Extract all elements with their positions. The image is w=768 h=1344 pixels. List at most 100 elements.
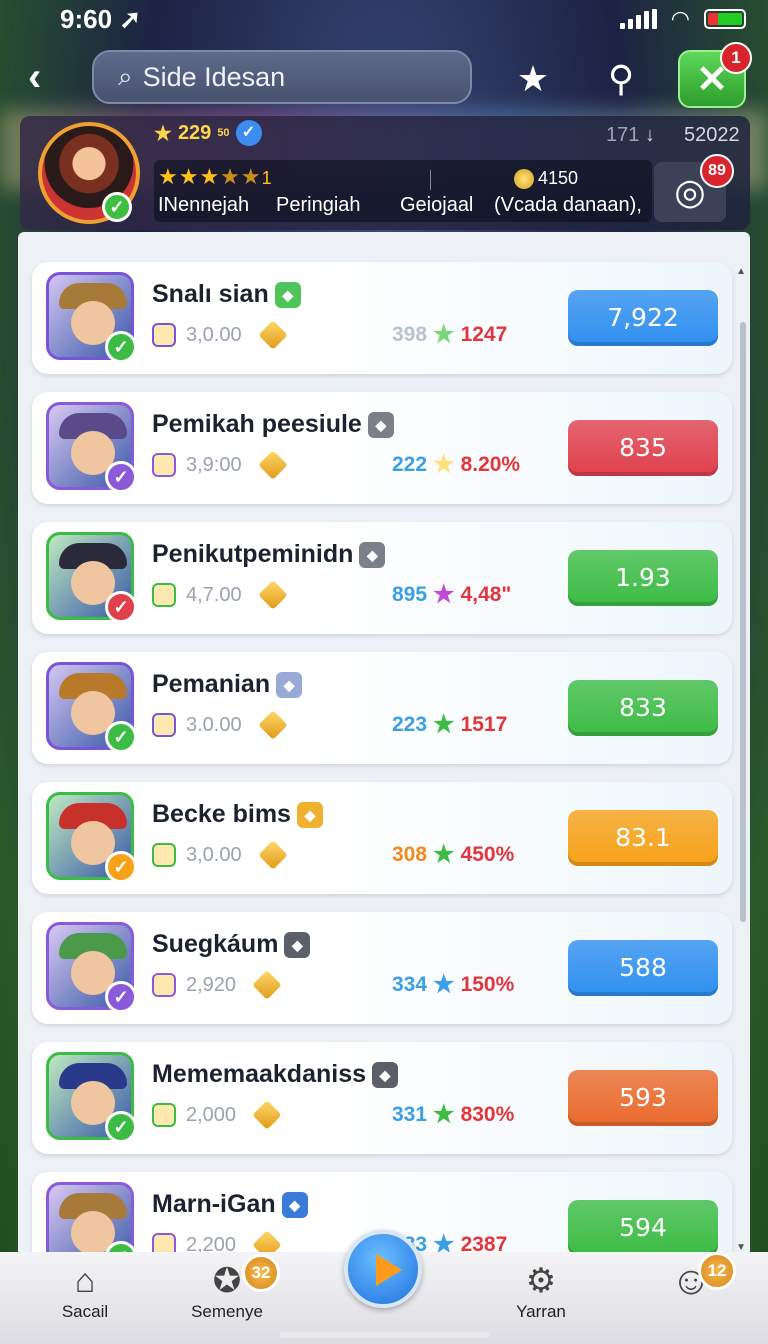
battery-icon (704, 9, 746, 29)
value-button[interactable]: 835 (568, 420, 718, 476)
item-count: 222 (392, 452, 428, 476)
item-name-text: Marn-iGan (152, 1190, 276, 1218)
tab-settings[interactable]: ⚙ Yarran (486, 1260, 596, 1322)
item-stats: 331 ★ 830% (392, 1100, 514, 1129)
score-suffix: 50 (217, 127, 230, 139)
list-item[interactable]: ✓ Pemanian ◆ 3.0.00 223 ★ 1517 833 (32, 652, 732, 764)
value-button[interactable]: 833 (568, 680, 718, 736)
item-subinfo: 3,9:00 (152, 450, 288, 480)
profile-panel: ✓ ★ 229 50 ✓ 171 ↓ 52022 ★★★★★1 INennejah… (20, 116, 750, 230)
gem-icon (257, 840, 288, 870)
item-subinfo: 4,7.00 (152, 580, 288, 610)
back-button[interactable]: ‹ (28, 54, 68, 100)
verified-check-icon: ✓ (235, 120, 262, 146)
character-thumbnail[interactable]: ✓ (46, 1182, 137, 1262)
item-sub-value: 3,0.00 (186, 323, 242, 346)
list-item[interactable]: ✓ Suegkáum ◆ 2,920 334 ★ 150% 588 (32, 912, 732, 1024)
check-icon: ✓ (105, 1111, 137, 1143)
home-indicator (280, 1332, 490, 1338)
item-name: Snalı sian ◆ (152, 280, 301, 309)
search-bar[interactable]: ⌕ (92, 50, 472, 104)
currency-icon (152, 973, 176, 997)
item-count: 398 (392, 322, 428, 346)
item-percentage: 8.20% (460, 452, 521, 476)
character-thumbnail[interactable]: ✓ (46, 1052, 137, 1143)
tab-social-label: Sacail (61, 1302, 109, 1321)
profile-label-4: (Vcada danaan), (494, 194, 642, 216)
status-icons: ◠ (619, 6, 746, 32)
list-item[interactable]: ✓ Pemikah peesiule ◆ 3,9:00 222 ★ 8.20% 835 (32, 392, 732, 504)
rank-badge-icon: ◆ (372, 1062, 399, 1089)
wifi-icon: ◠ (670, 6, 690, 31)
tab-social[interactable]: ⌂ Sacail (30, 1260, 140, 1322)
item-stats: 223 ★ 1517 (392, 710, 507, 739)
item-name: Marn-iGan ◆ (152, 1190, 308, 1219)
profile-info-row: ★★★★★1 INennejah Peringiah Geiojaal (Vca… (154, 160, 652, 222)
item-subinfo: 2,920 (152, 970, 282, 1000)
item-stats: 222 ★ 8.20% (392, 450, 520, 479)
character-thumbnail[interactable]: ✓ (46, 922, 137, 1013)
gem-icon (257, 320, 288, 350)
item-count: 331 (392, 1102, 428, 1126)
list-item[interactable]: ✓ Snalı sian ◆ 3,0.00 398 ★ 1247 7,922 (32, 262, 732, 374)
signal-icon (619, 9, 657, 29)
item-name: Pemikah peesiule ◆ (152, 410, 394, 439)
stat-a: 171 ↓ (606, 124, 655, 147)
play-icon (376, 1254, 402, 1286)
character-thumbnail[interactable]: ✓ (46, 792, 137, 883)
check-icon: ✓ (105, 331, 137, 363)
rank-badge-icon: ◆ (276, 672, 303, 699)
check-icon: ✓ (105, 591, 137, 623)
item-sub-value: 3,0.00 (186, 843, 242, 866)
currency-icon (152, 323, 176, 347)
item-subinfo: 3.0.00 (152, 710, 288, 740)
item-sub-value: 3.0.00 (186, 713, 242, 736)
list-item[interactable]: ✓ Becke bims ◆ 3,0.00 308 ★ 450% 83.1 (32, 782, 732, 894)
close-notification-badge: 1 (720, 42, 752, 74)
list-item[interactable]: ✓ Mememaakdaniss ◆ 2,000 331 ★ 830% 593 (32, 1042, 732, 1154)
value-button[interactable]: 593 (568, 1070, 718, 1126)
item-name: Mememaakdaniss ◆ (152, 1060, 399, 1089)
profile-search-icon[interactable]: ⚲ (598, 56, 644, 102)
coin-balance: 4150 (514, 168, 578, 189)
item-percentage: 1517 (460, 712, 508, 736)
item-subinfo: 2,000 (152, 1100, 282, 1130)
character-thumbnail[interactable]: ✓ (46, 662, 137, 753)
value-button[interactable]: 7,922 (568, 290, 718, 346)
star-icon: ★ (433, 1101, 455, 1128)
value-button[interactable]: 594 (568, 1200, 718, 1256)
scrollbar[interactable] (740, 322, 746, 922)
play-button[interactable] (344, 1230, 422, 1308)
item-sub-value: 2,000 (186, 1103, 237, 1126)
tab-semenye-label: Semenye (191, 1302, 263, 1321)
item-percentage: 150% (460, 972, 515, 996)
target-notification-badge: 89 (700, 154, 734, 188)
gem-icon (257, 450, 288, 480)
character-thumbnail[interactable]: ✓ (46, 402, 137, 493)
value-button[interactable]: 83.1 (568, 810, 718, 866)
player-list[interactable]: ▲ ▼ ✓ Snalı sian ◆ 3,0.00 398 ★ 1247 7,922 ✓ Pemi… (18, 232, 750, 1262)
tab-semenye-badge: 32 (242, 1254, 280, 1292)
value-button[interactable]: 588 (568, 940, 718, 996)
star-icon: ★ (154, 122, 172, 145)
list-item[interactable]: ✓ Penikutpeminidn ◆ 4,7.00 895 ★ 4,48" 1.93 (32, 522, 732, 634)
stat-b: 52022 (684, 124, 740, 146)
item-percentage: 1247 (460, 322, 508, 346)
character-thumbnail[interactable]: ✓ (46, 272, 137, 363)
character-thumbnail[interactable]: ✓ (46, 532, 137, 623)
value-button[interactable]: 1.93 (568, 550, 718, 606)
profile-label-3: Geiojaal (400, 194, 474, 216)
star-icon[interactable]: ★ (510, 56, 556, 102)
check-icon: ✓ (105, 721, 137, 753)
check-icon: ✓ (105, 461, 137, 493)
coin-icon (514, 168, 534, 189)
scroll-up-arrow[interactable]: ▲ (736, 266, 746, 277)
rank-badge-icon: ◆ (367, 412, 394, 439)
item-name: Becke bims ◆ (152, 800, 323, 829)
rating-stars: ★★★★★1 (158, 164, 273, 189)
star-icon: ★ (433, 971, 455, 998)
star-icon: ★ (433, 451, 455, 478)
gem-icon (252, 1100, 282, 1130)
search-input[interactable] (142, 61, 443, 93)
check-icon: ✓ (105, 851, 137, 883)
